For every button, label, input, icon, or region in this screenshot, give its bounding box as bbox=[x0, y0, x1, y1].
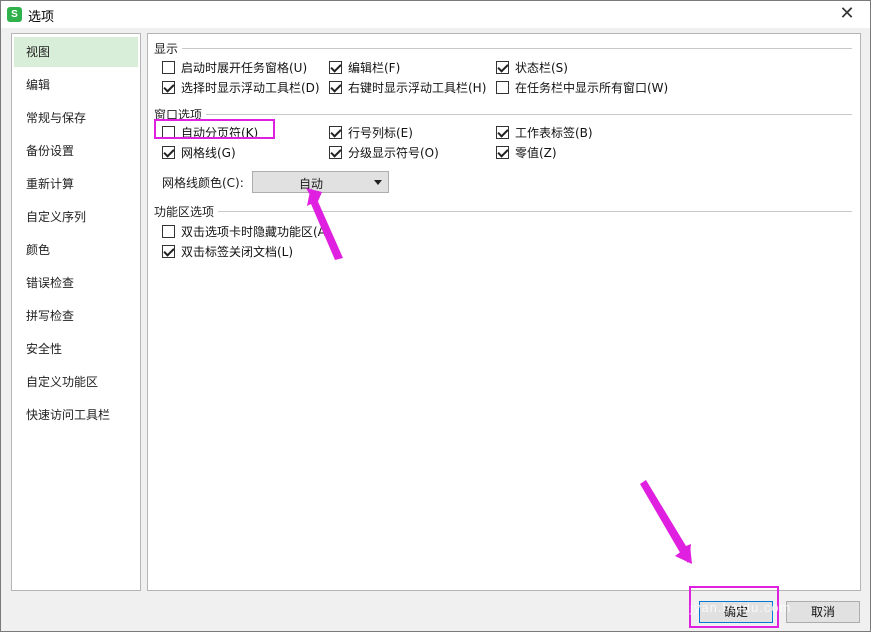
options-panel: 显示 启动时展开任务窗格(U) 编辑栏(F) 状态栏(S) 选择时显示浮动工具栏… bbox=[147, 33, 861, 591]
checkbox[interactable] bbox=[496, 126, 509, 139]
sidebar-item-edit[interactable]: 编辑 bbox=[14, 70, 138, 100]
checkbox[interactable] bbox=[329, 146, 342, 159]
section-divider bbox=[218, 211, 852, 212]
option-outline-symbols[interactable]: 分级显示符号(O) bbox=[329, 145, 439, 161]
close-icon[interactable]: ✕ bbox=[824, 1, 870, 28]
option-zero-values[interactable]: 零值(Z) bbox=[496, 145, 557, 161]
options-sidebar: 视图 编辑 常规与保存 备份设置 重新计算 自定义序列 颜色 错误检查 拼写检查… bbox=[11, 33, 141, 591]
sidebar-item-spell-check[interactable]: 拼写检查 bbox=[14, 301, 138, 331]
option-dblclick-close-doc[interactable]: 双击标签关闭文档(L) bbox=[162, 244, 293, 260]
option-label: 工作表标签(B) bbox=[515, 126, 593, 140]
highlight-box-page-break bbox=[154, 119, 275, 139]
checkbox[interactable] bbox=[496, 81, 509, 94]
option-label: 分级显示符号(O) bbox=[348, 146, 439, 160]
wps-logo-icon: S bbox=[7, 7, 22, 22]
option-taskbar-windows[interactable]: 在任务栏中显示所有窗口(W) bbox=[496, 80, 668, 96]
option-label: 编辑栏(F) bbox=[348, 61, 401, 75]
option-float-toolbar-select[interactable]: 选择时显示浮动工具栏(D) bbox=[162, 80, 320, 96]
option-status-bar[interactable]: 状态栏(S) bbox=[496, 60, 568, 76]
option-label: 启动时展开任务窗格(U) bbox=[181, 61, 308, 75]
checkbox[interactable] bbox=[162, 146, 175, 159]
option-label: 双击选项卡时隐藏功能区(A) bbox=[181, 225, 331, 239]
section-divider bbox=[182, 48, 852, 49]
option-label: 零值(Z) bbox=[515, 146, 557, 160]
sidebar-item-security[interactable]: 安全性 bbox=[14, 334, 138, 364]
option-dblclick-hide-ribbon[interactable]: 双击选项卡时隐藏功能区(A) bbox=[162, 224, 331, 240]
section-divider bbox=[206, 114, 852, 115]
sidebar-item-error-check[interactable]: 错误检查 bbox=[14, 268, 138, 298]
option-formula-bar[interactable]: 编辑栏(F) bbox=[329, 60, 400, 76]
dropdown-value: 自动 bbox=[299, 177, 324, 191]
sidebar-item-quick-access[interactable]: 快速访问工具栏 bbox=[14, 400, 138, 430]
sidebar-item-custom-lists[interactable]: 自定义序列 bbox=[14, 202, 138, 232]
dialog-title: 选项 bbox=[28, 10, 55, 25]
option-float-toolbar-rightclick[interactable]: 右键时显示浮动工具栏(H) bbox=[329, 80, 486, 96]
option-label: 右键时显示浮动工具栏(H) bbox=[348, 81, 487, 95]
option-label: 在任务栏中显示所有窗口(W) bbox=[515, 81, 669, 95]
checkbox[interactable] bbox=[329, 61, 342, 74]
option-sheet-tabs[interactable]: 工作表标签(B) bbox=[496, 125, 593, 141]
option-row-col-headers[interactable]: 行号列标(E) bbox=[329, 125, 413, 141]
option-label: 选择时显示浮动工具栏(D) bbox=[181, 81, 320, 95]
checkbox[interactable] bbox=[162, 61, 175, 74]
sidebar-item-recalculate[interactable]: 重新计算 bbox=[14, 169, 138, 199]
gridline-color-label: 网格线颜色(C): bbox=[162, 176, 244, 190]
checkbox[interactable] bbox=[329, 81, 342, 94]
checkbox[interactable] bbox=[162, 81, 175, 94]
sidebar-item-colors[interactable]: 颜色 bbox=[14, 235, 138, 265]
sidebar-item-general-save[interactable]: 常规与保存 bbox=[14, 103, 138, 133]
option-expand-task-pane[interactable]: 启动时展开任务窗格(U) bbox=[162, 60, 307, 76]
checkbox[interactable] bbox=[496, 61, 509, 74]
section-title-display: 显示 bbox=[154, 40, 183, 57]
checkbox[interactable] bbox=[162, 225, 175, 238]
section-title-ribbon-options: 功能区选项 bbox=[154, 203, 219, 220]
checkbox[interactable] bbox=[162, 245, 175, 258]
checkbox[interactable] bbox=[496, 146, 509, 159]
option-gridlines[interactable]: 网格线(G) bbox=[162, 145, 236, 161]
option-label: 行号列标(E) bbox=[348, 126, 413, 140]
option-label: 网格线(G) bbox=[181, 146, 236, 160]
checkbox[interactable] bbox=[329, 126, 342, 139]
sidebar-item-view[interactable]: 视图 bbox=[14, 37, 138, 67]
sidebar-item-custom-ribbon[interactable]: 自定义功能区 bbox=[14, 367, 138, 397]
sidebar-item-backup[interactable]: 备份设置 bbox=[14, 136, 138, 166]
chevron-down-icon bbox=[374, 180, 382, 185]
title-bar: S 选项 ✕ bbox=[1, 1, 870, 28]
watermark: jyan.baidu.com bbox=[690, 600, 792, 615]
options-dialog: S 选项 ✕ 视图 编辑 常规与保存 备份设置 重新计算 自定义序列 颜色 错误… bbox=[0, 0, 871, 632]
cancel-button[interactable]: 取消 bbox=[786, 601, 860, 623]
gridline-color-dropdown[interactable]: 自动 bbox=[252, 171, 389, 193]
option-label: 双击标签关闭文档(L) bbox=[181, 245, 294, 259]
option-label: 状态栏(S) bbox=[515, 61, 568, 75]
